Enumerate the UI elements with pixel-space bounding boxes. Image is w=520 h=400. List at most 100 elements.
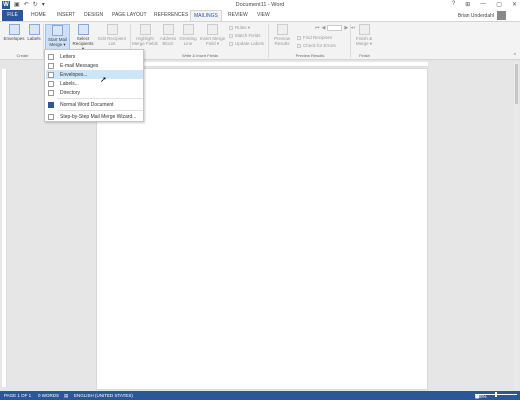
menu-item-labels[interactable]: Labels... [46,79,143,88]
select-recipients-button[interactable]: Select Recipients ▾ [72,24,94,51]
find-recipient-button[interactable]: Find Recipient [297,35,332,40]
tab-view[interactable]: VIEW [257,10,270,21]
tab-file[interactable]: FILE [2,10,23,21]
edit-recipient-list-label: Edit Recipient List [98,36,126,46]
group-label-write-insert: Write & Insert Fields [182,53,218,58]
collapse-ribbon-icon[interactable]: ^ [514,53,516,59]
ribbon-tab-bar: FILE HOME INSERT DESIGN PAGE LAYOUT REFE… [0,10,520,21]
highlight-merge-fields-label: Highlight Merge Fields [132,36,159,46]
record-navigation: ⏮ ◀ ▶ ⏭ [315,25,355,31]
word-count[interactable]: 0 WORDS [38,393,59,398]
insert-merge-field-label: Insert Merge Field ▾ [199,36,226,46]
zoom-slider-knob[interactable] [495,392,497,397]
preview-results-icon [276,24,288,35]
language-indicator[interactable]: ENGLISH (UNITED STATES) [74,393,133,398]
start-mail-merge-button[interactable]: Start Mail Merge ▾ [45,24,70,51]
rules-button[interactable]: Rules ▾ [229,25,250,31]
ribbon-display-icon[interactable]: ⊞ [465,1,470,8]
check-for-errors-button[interactable]: Check for Errors [297,43,336,48]
finish-merge-icon [358,24,370,35]
avatar[interactable] [497,11,506,20]
page-count[interactable]: PAGE 1 OF 1 [4,393,31,398]
menu-item-label: Labels... [60,80,79,87]
match-fields-label: Match Fields [235,33,261,38]
tab-page-layout[interactable]: PAGE LAYOUT [112,10,147,21]
rules-label: Rules ▾ [235,25,251,30]
window-title: Document11 - Word [235,2,285,8]
menu-item-label: Directory [60,89,81,96]
menu-item-label: Step-by-Step Mail Merge Wizard... [60,113,137,120]
user-account[interactable]: Brian Underdahl [458,11,506,20]
close-icon[interactable]: ✕ [512,1,517,8]
help-icon[interactable]: ? [452,1,455,8]
document-page[interactable] [96,68,428,390]
preview-results-label: Preview Results [273,36,290,46]
labels-icon [48,80,54,87]
group-label-finish: Finish [359,53,370,58]
tab-insert[interactable]: INSERT [57,10,75,21]
menu-item-directory[interactable]: Directory [46,88,143,97]
zoom-level[interactable]: 100% [475,394,487,399]
menu-item-label: Normal Word Document [60,101,114,108]
scrollbar-thumb[interactable] [515,64,518,104]
match-fields-icon [229,33,233,38]
start-mail-merge-menu: Letters E-mail Messages Envelopes... Lab… [44,49,144,122]
status-bar: PAGE 1 OF 1 0 WORDS ▤ ENGLISH (UNITED ST… [0,391,520,400]
update-labels-label: Update Labels [235,41,265,46]
wizard-icon [48,113,54,120]
user-name: Brian Underdahl [457,12,494,19]
first-record-icon[interactable]: ⏮ [315,25,320,31]
zoom-controls: ▭ ▣ ▥ − + 100% [475,392,517,399]
vertical-ruler[interactable] [2,69,7,387]
menu-item-normal-word-document[interactable]: Normal Word Document [46,100,143,109]
maximize-icon[interactable]: ▢ [496,1,502,8]
menu-item-mail-merge-wizard[interactable]: Step-by-Step Mail Merge Wizard... [46,112,143,121]
group-separator [350,24,351,58]
window-controls: ? ⊞ — ▢ ✕ [452,1,517,8]
address-block-icon [162,24,174,35]
minimize-icon[interactable]: — [480,1,486,8]
email-icon [48,62,54,69]
insert-merge-field-button[interactable]: Insert Merge Field ▾ [199,24,226,46]
tab-review[interactable]: REVIEW [228,10,248,21]
labels-icon [28,24,40,35]
menu-item-label: E-mail Messages [60,62,99,69]
horizontal-ruler[interactable] [96,62,428,67]
finish-merge-button[interactable]: Finish & Merge ▾ [353,24,375,46]
envelopes-label: Envelopes [3,36,25,41]
edit-list-icon [106,24,118,35]
update-labels-icon [229,41,233,46]
directory-icon [48,89,54,96]
letters-icon [48,53,54,60]
menu-item-email-messages[interactable]: E-mail Messages [46,61,143,70]
word-document-icon [48,101,54,108]
greeting-line-button[interactable]: Greeting Line [178,24,198,46]
recipients-icon [77,24,89,35]
tab-home[interactable]: HOME [31,10,46,21]
labels-button[interactable]: Labels [26,24,42,41]
tab-mailings[interactable]: MAILINGS [190,10,222,21]
tab-design[interactable]: DESIGN [84,10,103,21]
update-labels-button[interactable]: Update Labels [229,41,264,46]
title-bar: W ▣ ↶ ↻ ▾ Document11 - Word ? ⊞ — ▢ ✕ [0,0,520,10]
vertical-scrollbar[interactable] [514,62,519,390]
envelope-icon [8,24,20,35]
highlight-merge-fields-button[interactable]: Highlight Merge Fields [132,24,158,46]
proofing-icon[interactable]: ▤ [64,393,68,399]
envelopes-button[interactable]: Envelopes [3,24,25,41]
match-fields-button[interactable]: Match Fields [229,33,261,38]
edit-recipient-list-button[interactable]: Edit Recipient List [98,24,126,46]
tab-references[interactable]: REFERENCES [154,10,188,21]
previous-record-icon[interactable]: ◀ [322,25,326,31]
next-record-icon[interactable]: ▶ [344,25,348,31]
address-block-label: Address Block [159,36,177,46]
menu-item-letters[interactable]: Letters [46,52,143,61]
address-block-button[interactable]: Address Block [159,24,177,46]
menu-item-label: Envelopes... [60,71,88,78]
start-mail-merge-label: Start Mail Merge ▾ [47,37,67,47]
preview-results-button[interactable]: Preview Results [271,24,293,46]
record-number-field[interactable] [327,25,343,31]
mouse-pointer-icon: ➚ [100,75,107,84]
rules-icon [229,26,233,30]
menu-item-envelopes[interactable]: Envelopes... [46,70,143,79]
